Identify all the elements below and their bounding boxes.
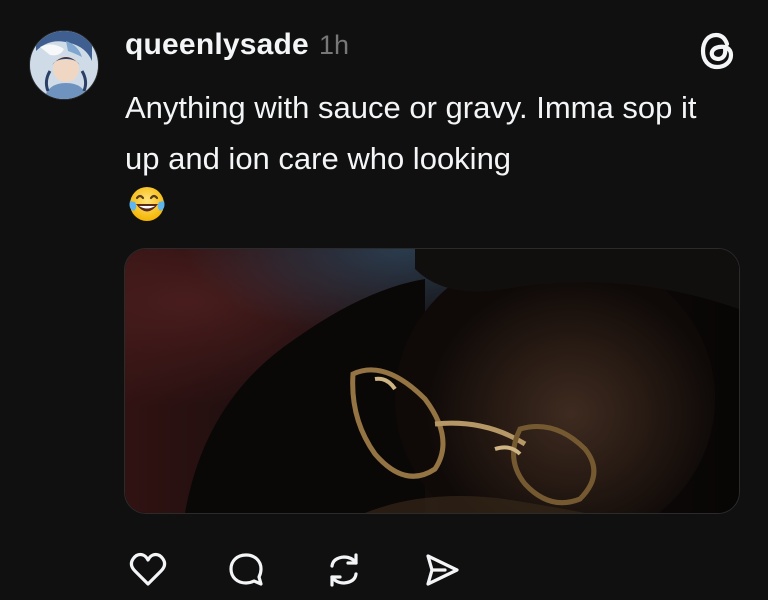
post-actions <box>126 545 518 595</box>
share-button[interactable] <box>420 548 464 592</box>
like-button[interactable] <box>126 548 170 592</box>
repost-button[interactable] <box>322 548 366 592</box>
comment-icon <box>229 553 263 586</box>
reply-button[interactable] <box>224 548 268 592</box>
send-icon <box>426 554 459 586</box>
repost-icon <box>330 553 358 587</box>
heart-icon <box>129 552 167 586</box>
timestamp: 1h <box>318 30 349 60</box>
threads-logo-icon[interactable] <box>697 30 739 72</box>
username[interactable]: queenlysade <box>125 28 309 62</box>
thread-post: queenlysade 1h Anything with sauce or gr… <box>0 0 768 600</box>
post-text: Anything with sauce or gravy. Imma sop i… <box>125 90 697 176</box>
avatar[interactable] <box>29 30 99 100</box>
tears-of-joy-emoji <box>126 183 168 225</box>
avatar-illustration <box>30 31 98 99</box>
video-thumbnail[interactable] <box>124 248 740 514</box>
post-header: queenlysade 1h <box>125 28 349 68</box>
